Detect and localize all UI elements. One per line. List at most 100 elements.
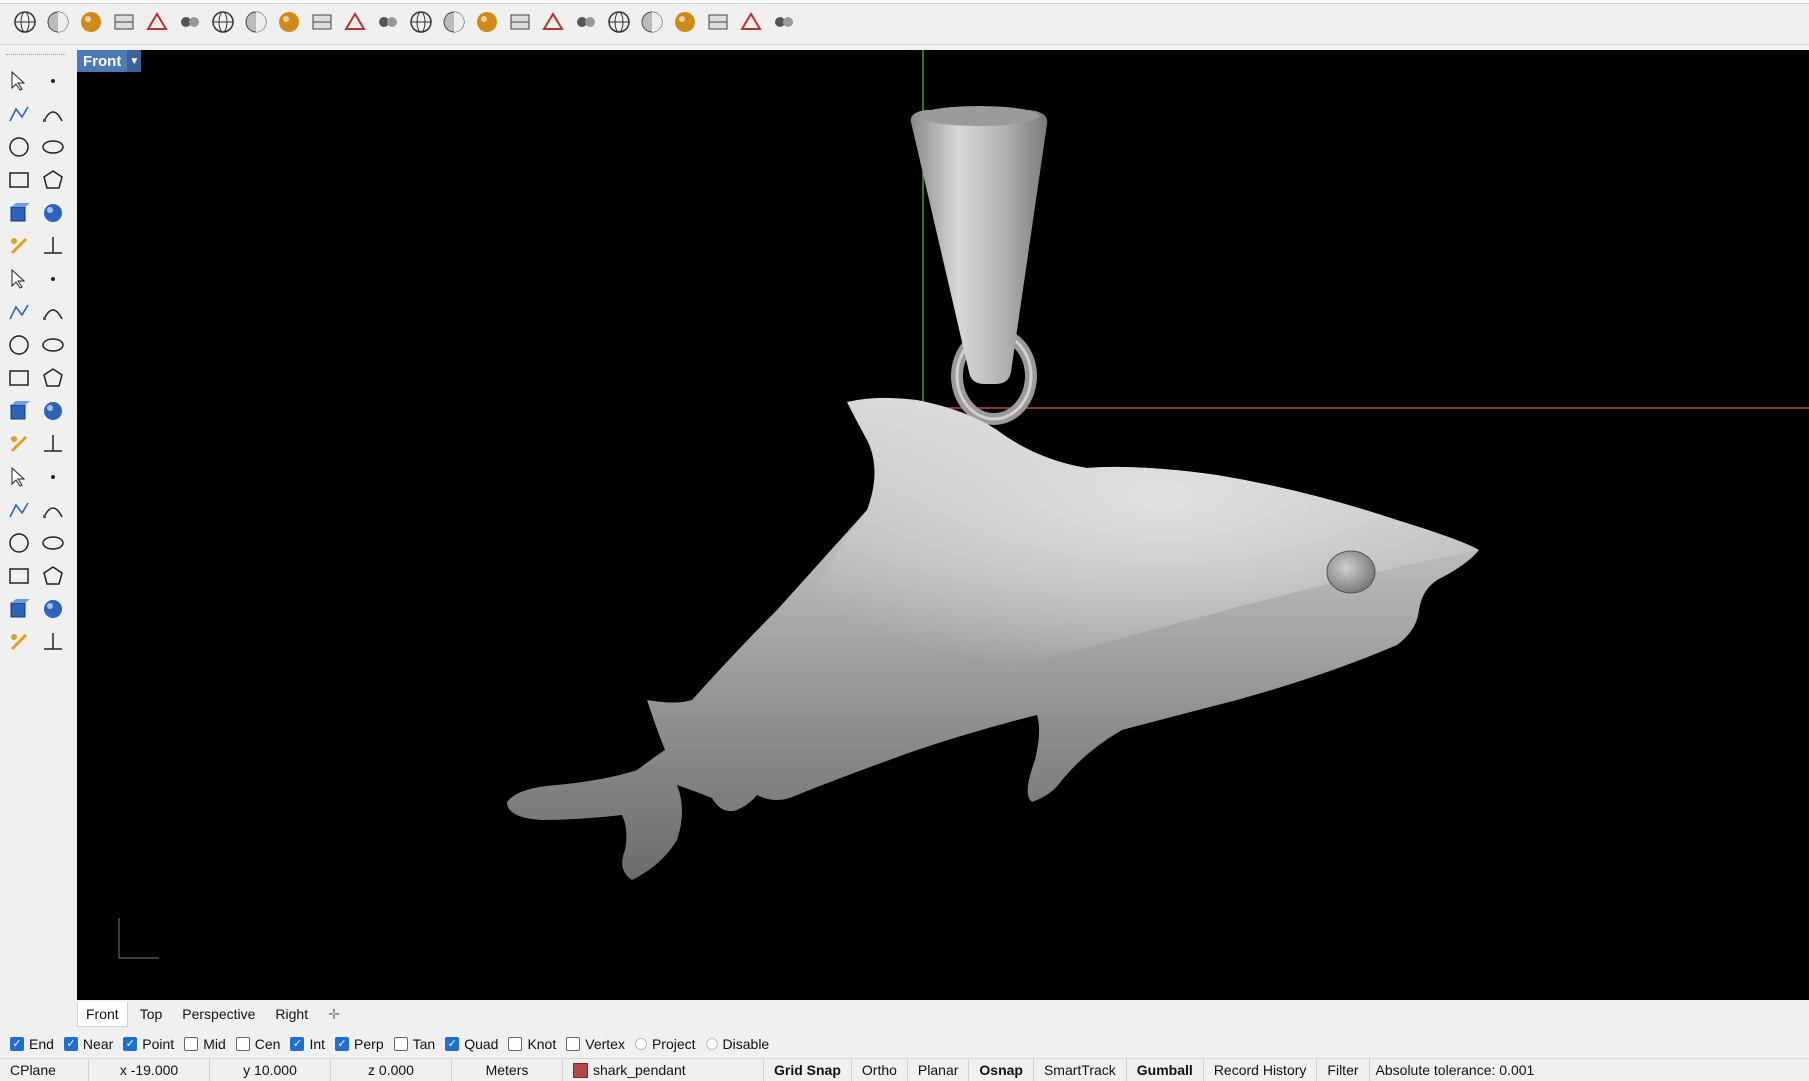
status-ortho[interactable]: Ortho — [852, 1059, 908, 1081]
circle-icon[interactable] — [3, 130, 35, 163]
ellipse-icon[interactable] — [37, 130, 69, 163]
front-viewport[interactable]: Front ▼ — [77, 50, 1809, 1000]
osnap-checkbox-icon[interactable] — [566, 1037, 581, 1051]
osnap-mid[interactable]: Mid — [184, 1036, 226, 1052]
artistic-icon[interactable] — [274, 7, 304, 37]
osnap-checkbox-icon[interactable]: ✓ — [290, 1037, 305, 1051]
wireframe-icon[interactable] — [10, 7, 40, 37]
box-solid-icon[interactable] — [3, 262, 35, 295]
ghosted-icon[interactable] — [175, 7, 205, 37]
technical-icon[interactable] — [241, 7, 271, 37]
xray-icon[interactable] — [208, 7, 238, 37]
osnap-point[interactable]: ✓ Point — [123, 1036, 174, 1052]
toolbar-grip[interactable] — [6, 54, 66, 58]
osnap-vertex[interactable]: Vertex — [566, 1036, 625, 1052]
measure-icon[interactable] — [37, 526, 69, 559]
boolean-icon[interactable] — [37, 262, 69, 295]
array-icon[interactable] — [3, 493, 35, 526]
viewport-title-tab[interactable]: Front ▼ — [77, 50, 142, 72]
surface-icon[interactable] — [3, 229, 35, 262]
trim-icon[interactable] — [3, 361, 35, 394]
status-planar[interactable]: Planar — [908, 1059, 970, 1081]
render-icon[interactable] — [37, 625, 69, 658]
curve-cp-icon[interactable] — [37, 97, 69, 130]
tab-top[interactable]: Top — [132, 1002, 171, 1026]
select-arrow-icon[interactable] — [3, 64, 35, 97]
viewport-menu-arrow-icon[interactable]: ▼ — [127, 50, 142, 72]
color-grid-icon[interactable] — [769, 7, 799, 37]
array-grid-icon[interactable] — [3, 559, 35, 592]
status-record-history[interactable]: Record History — [1204, 1059, 1318, 1081]
spheres-icon[interactable] — [571, 7, 601, 37]
osnap-end[interactable]: ✓ End — [10, 1036, 54, 1052]
named-view-icon[interactable] — [406, 7, 436, 37]
osnap-tan[interactable]: Tan — [393, 1036, 435, 1052]
osnap-checkbox-icon[interactable]: ✓ — [10, 1037, 24, 1051]
mirror-icon[interactable] — [37, 493, 69, 526]
osnap-perp[interactable]: ✓ Perp — [335, 1036, 384, 1052]
shaded-icon[interactable] — [43, 7, 73, 37]
osnap-cen[interactable]: Cen — [235, 1036, 280, 1052]
blend-icon[interactable] — [37, 427, 69, 460]
target-icon[interactable] — [538, 7, 568, 37]
tab-right[interactable]: Right — [267, 1002, 316, 1026]
status-units[interactable]: Meters — [452, 1059, 563, 1081]
add-viewport-tab-icon[interactable]: ✛ — [320, 1002, 348, 1027]
osnap-checkbox-icon[interactable] — [508, 1037, 523, 1051]
osnap-near[interactable]: ✓ Near — [63, 1036, 113, 1052]
check-icon[interactable] — [37, 592, 69, 625]
tab-front[interactable]: Front — [77, 1001, 128, 1027]
osnap-knot[interactable]: Knot — [508, 1036, 556, 1052]
light-icon[interactable] — [505, 7, 535, 37]
box-icon[interactable] — [703, 7, 733, 37]
status-smarttrack[interactable]: SmartTrack — [1034, 1059, 1127, 1081]
raytraced-icon[interactable] — [373, 7, 403, 37]
camera-icon[interactable] — [439, 7, 469, 37]
osnap-checkbox-icon[interactable] — [393, 1037, 408, 1051]
orange-sphere-icon[interactable] — [142, 7, 172, 37]
split-icon[interactable] — [37, 361, 69, 394]
rendered-icon[interactable] — [76, 7, 106, 37]
project-radio-icon[interactable] — [634, 1038, 647, 1050]
align-icon[interactable] — [37, 559, 69, 592]
arc-icon[interactable] — [3, 163, 35, 196]
cylinder-icon[interactable] — [3, 295, 35, 328]
tab-perspective[interactable]: Perspective — [174, 1002, 263, 1026]
explode-icon[interactable] — [3, 328, 35, 361]
osnap-checkbox-icon[interactable] — [184, 1037, 199, 1051]
status-layer[interactable]: shark_pendant — [563, 1059, 764, 1081]
lofted-icon[interactable] — [37, 229, 69, 262]
group-icon[interactable] — [37, 394, 69, 427]
status-filter[interactable]: Filter — [1317, 1059, 1370, 1081]
fillet-curve-icon[interactable] — [37, 196, 69, 229]
delete-icon[interactable] — [637, 7, 667, 37]
osnap-checkbox-icon[interactable]: ✓ — [445, 1037, 460, 1051]
osnap-quad[interactable]: ✓ Quad — [445, 1036, 498, 1052]
plane-icon[interactable] — [37, 295, 69, 328]
status-grid-snap[interactable]: Grid Snap — [764, 1059, 852, 1081]
display-icon[interactable] — [670, 7, 700, 37]
mesh-icon[interactable] — [3, 625, 35, 658]
boxes-icon[interactable] — [736, 7, 766, 37]
osnap-checkbox-icon[interactable]: ✓ — [63, 1037, 78, 1051]
zoom-icon[interactable] — [604, 7, 634, 37]
status-osnap[interactable]: Osnap — [969, 1059, 1034, 1081]
osnap-checkbox-icon[interactable] — [235, 1037, 250, 1051]
join-icon[interactable] — [3, 394, 35, 427]
osnap-disable[interactable]: Disable — [705, 1036, 769, 1052]
transform-icon[interactable] — [3, 592, 35, 625]
rectangle-icon[interactable] — [37, 163, 69, 196]
status-gumball[interactable]: Gumball — [1127, 1059, 1204, 1081]
polygon-icon[interactable] — [3, 196, 35, 229]
extend-icon[interactable] — [37, 328, 69, 361]
polyline-icon[interactable] — [3, 97, 35, 130]
dimension-icon[interactable] — [3, 526, 35, 559]
text-icon[interactable] — [3, 460, 35, 493]
point-icon[interactable] — [37, 64, 69, 97]
disable-radio-icon[interactable] — [705, 1038, 718, 1050]
osnap-int[interactable]: ✓ Int — [290, 1036, 325, 1052]
osnap-project[interactable]: Project — [634, 1036, 696, 1052]
pen-icon[interactable] — [307, 7, 337, 37]
osnap-checkbox-icon[interactable]: ✓ — [123, 1037, 138, 1051]
arctic-icon[interactable] — [340, 7, 370, 37]
